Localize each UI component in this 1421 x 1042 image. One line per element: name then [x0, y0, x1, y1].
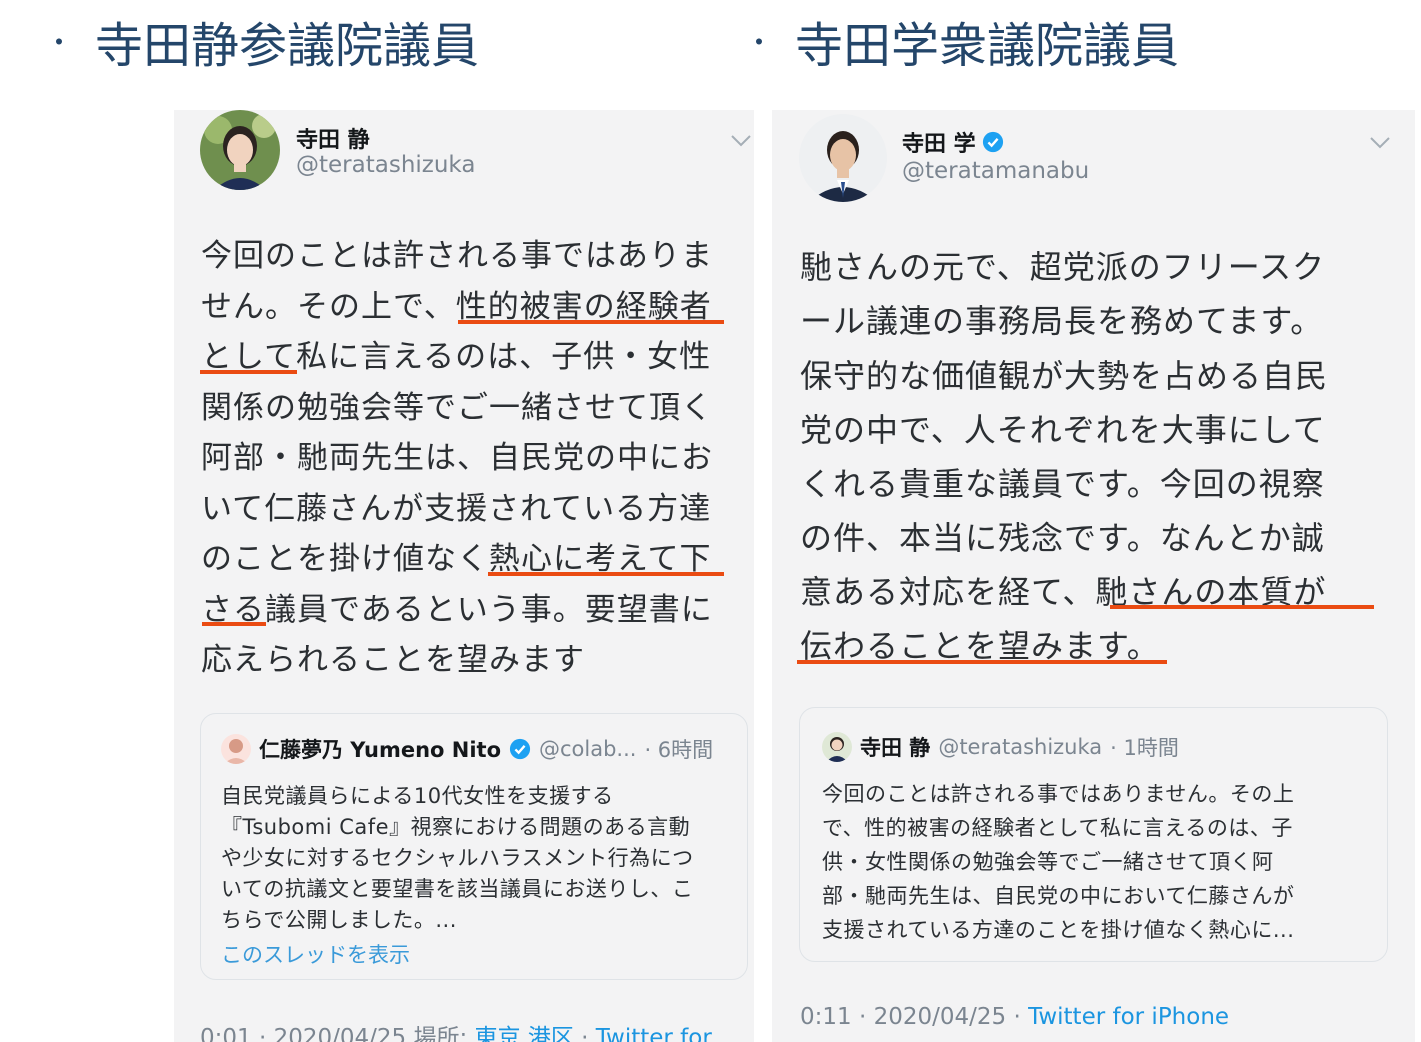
highlight-underline	[458, 320, 724, 324]
quoted-line: ちらで公開しました。...	[221, 908, 457, 932]
bullet: ・	[745, 26, 774, 59]
tweet-location-link[interactable]: 東京 港区	[475, 1025, 574, 1042]
tweet-footer: 0:11 · 2020/04/25 · Twitter for iPhone	[800, 1004, 1229, 1030]
quoted-line: 今回のことは許される事ではありません。その上	[822, 782, 1295, 806]
body-line: の件、本当に残念です。なんとか誠	[800, 519, 1325, 557]
quoted-line: 部・馳両先生は、自民党の中において仁藤さんが	[822, 884, 1295, 908]
body-line: 馳さんの元で、超党派のフリースク	[800, 248, 1326, 286]
avatar[interactable]	[799, 114, 887, 202]
body-line: くれる貴重な議員です。今回の視察	[800, 465, 1325, 503]
highlight-underline	[488, 572, 724, 576]
author-handle[interactable]: @teratamanabu	[902, 158, 1089, 184]
body-line: 応えられることを望みます	[201, 642, 585, 678]
author-name-text: 寺田 静	[296, 128, 370, 153]
body-line: 阿部・馳両先生は、自民党の中にお	[201, 440, 713, 476]
body-line: 関係の勉強会等でご一緒させて頂く	[201, 390, 713, 426]
quoted-time: · 6時間	[644, 738, 714, 762]
body-line: さる議員であるという事。要望書に	[201, 592, 713, 628]
quoted-line: いての抗議文と要望書を該当議員にお送りし、こ	[221, 877, 694, 901]
verified-badge-icon	[509, 738, 531, 760]
quoted-line: や少女に対するセクシャルハラスメント行為につ	[221, 846, 694, 870]
quoted-author-handle: @colab...	[539, 737, 637, 761]
quoted-author-name: 寺田 静	[860, 736, 931, 760]
quoted-tweet[interactable]: 仁藤夢乃 Yumeno Nito @colab... · 6時間 自民党議員らに…	[200, 713, 748, 980]
heading-right-text: 寺田学衆議院議員	[795, 18, 1180, 74]
body-line: 今回のことは許される事ではありま	[201, 238, 713, 274]
tweet-timestamp[interactable]: 0:01 · 2020/04/25 場所:	[200, 1025, 475, 1042]
quoted-tweet-header: 寺田 静 @teratashizuka · 1時間	[822, 732, 1179, 762]
footer-separator: ·	[573, 1025, 596, 1042]
heading-right: ・ 寺田学衆議院議員	[745, 6, 1179, 76]
highlight-underline	[200, 370, 297, 374]
quoted-line: 『Tsubomi Cafe』視察における問題のある言動	[221, 815, 691, 839]
quoted-author-name: 仁藤夢乃 Yumeno Nito	[259, 738, 501, 762]
body-line: 党の中で、人それぞれを大事にして	[800, 411, 1326, 449]
tweet-timestamp[interactable]: 0:11 · 2020/04/25 ·	[800, 1004, 1028, 1030]
highlight-underline	[202, 622, 266, 626]
quoted-line: で、性的被害の経験者として私に言えるのは、子	[822, 816, 1293, 840]
body-line: ール議連の事務局長を務めてます。	[800, 302, 1324, 340]
show-thread-link[interactable]: このスレッドを表示	[221, 939, 410, 969]
quoted-line: 支援されている方達のことを掛け値なく熱心に...	[822, 918, 1295, 942]
body-line: いて仁藤さんが支援されている方達	[201, 491, 712, 527]
author-handle[interactable]: @teratashizuka	[296, 152, 475, 178]
highlight-underline	[797, 660, 1167, 664]
tweet-client-link[interactable]: Twitter for	[596, 1025, 712, 1042]
chevron-down-icon[interactable]	[730, 134, 752, 148]
tweet-card-right: 寺田 学 @teratamanabu 馳さんの元で、超党派のフリースク ール議連…	[772, 110, 1415, 1042]
quoted-line: 供・女性関係の勉強会等でご一緒させて頂く阿	[822, 850, 1274, 874]
avatar	[822, 732, 852, 762]
quoted-tweet-header: 仁藤夢乃 Yumeno Nito @colab... · 6時間	[221, 734, 713, 764]
quoted-line: 自民党議員らによる10代女性を支援する	[221, 784, 614, 808]
quoted-time: · 1時間	[1110, 736, 1179, 760]
bullet: ・	[45, 26, 74, 59]
avatar	[221, 734, 251, 764]
body-line: 保守的な価値観が大勢を占める自民	[800, 357, 1329, 395]
tweet-client-link[interactable]: Twitter for iPhone	[1028, 1004, 1229, 1030]
avatar[interactable]	[200, 110, 280, 190]
heading-left: ・ 寺田静参議院議員	[45, 6, 479, 76]
author-name[interactable]: 寺田 学	[902, 126, 1004, 158]
verified-badge-icon	[982, 131, 1004, 153]
quoted-tweet[interactable]: 寺田 静 @teratashizuka · 1時間 今回のことは許される事ではあ…	[799, 707, 1388, 962]
quoted-author-handle: @teratashizuka	[938, 735, 1103, 759]
tweet-footer: 0:01 · 2020/04/25 場所: 東京 港区 · Twitter fo…	[200, 1018, 712, 1042]
chevron-down-icon[interactable]	[1369, 136, 1391, 150]
heading-left-text: 寺田静参議院議員	[95, 18, 480, 74]
author-name[interactable]: 寺田 静	[296, 122, 370, 154]
author-name-text: 寺田 学	[902, 132, 976, 157]
tweet-card-left: 寺田 静 @teratashizuka 今回のことは許される事ではありま せん。…	[174, 110, 754, 1042]
highlight-underline	[1110, 605, 1374, 609]
